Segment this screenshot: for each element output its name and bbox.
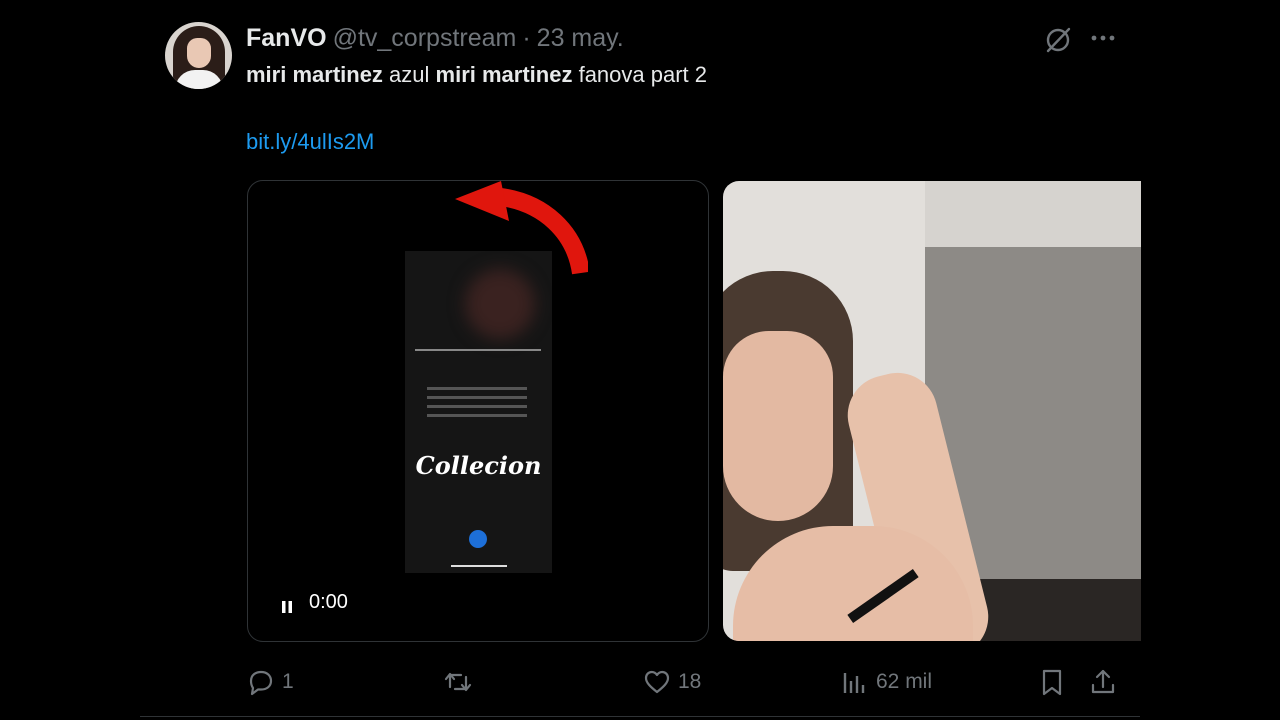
share-icon — [1091, 669, 1115, 694]
views-icon — [843, 673, 865, 693]
views-button[interactable]: 62 mil — [840, 665, 932, 699]
retweet-button[interactable] — [443, 665, 479, 699]
pause-icon[interactable] — [279, 599, 295, 615]
tweet-photo[interactable] — [723, 181, 1141, 641]
like-button[interactable]: 18 — [642, 665, 701, 699]
video-time: 0:00 — [309, 591, 348, 613]
reply-button[interactable]: 1 — [246, 665, 294, 699]
overlay-text: Collecion — [415, 451, 542, 480]
retweet-icon — [444, 672, 472, 692]
blurred-image — [465, 269, 535, 339]
tweet-header: FanVO @tv_corpstream · 23 may. — [246, 24, 624, 54]
heart-icon — [644, 670, 670, 694]
phone-file-info — [427, 381, 527, 431]
action-bar: 1 18 62 mil — [0, 665, 1280, 699]
tweet-text: miri martinez azul miri martinez fanova … — [246, 62, 707, 88]
tweet: FanVO @tv_corpstream · 23 may. miri mart… — [0, 0, 1280, 720]
avatar-face — [187, 38, 211, 68]
tweet-text-bold: miri martinez — [435, 62, 573, 87]
tweet-text-plain: fanova part 2 — [572, 62, 708, 87]
views-count: 62 mil — [876, 670, 933, 693]
tweet-text-plain: azul — [382, 62, 436, 87]
reply-count: 1 — [282, 670, 294, 693]
tweet-time[interactable]: 23 may. — [537, 24, 624, 53]
video-player[interactable]: Collecion 0:00 — [247, 180, 709, 642]
photo-wall — [925, 181, 1141, 247]
avatar[interactable] — [165, 22, 232, 89]
reply-icon — [249, 670, 273, 696]
author-name[interactable]: FanVO — [246, 24, 327, 53]
tweet-text-bold: miri martinez — [246, 62, 383, 87]
tweet-divider — [140, 716, 1140, 717]
tweet-link[interactable]: bit.ly/4ulIs2M — [246, 129, 374, 155]
author-handle[interactable]: @tv_corpstream — [333, 24, 517, 53]
bookmark-button[interactable] — [1037, 665, 1067, 699]
separator: · — [522, 24, 531, 52]
bookmark-icon — [1042, 669, 1062, 696]
more-icon[interactable] — [1088, 24, 1120, 56]
phone-screenshot: Collecion — [405, 251, 552, 573]
share-button[interactable] — [1088, 665, 1118, 699]
photo-person-face — [723, 331, 833, 521]
like-count: 18 — [678, 670, 702, 693]
grok-icon[interactable] — [1042, 24, 1074, 56]
phone-home-bar — [451, 565, 507, 567]
phone-play-icon — [469, 530, 487, 548]
phone-player-controls — [415, 349, 541, 359]
